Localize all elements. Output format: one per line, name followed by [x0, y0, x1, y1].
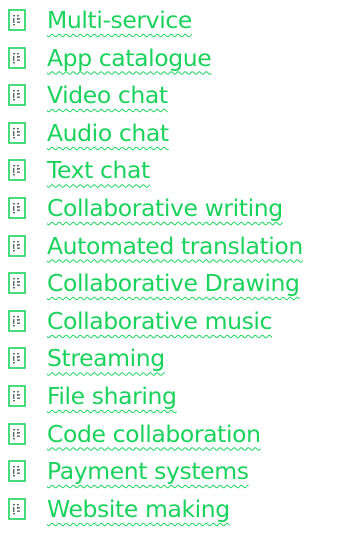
list-item-link[interactable]: Collaborative music [47, 304, 272, 338]
document-icon [8, 234, 26, 257]
list-item-link[interactable]: App catalogue [47, 41, 212, 75]
list-item-link[interactable]: Payment systems [47, 454, 249, 488]
list-item[interactable]: Text chat [0, 153, 339, 187]
document-icon [8, 385, 26, 407]
list-item-link[interactable]: Streaming [47, 341, 165, 375]
document-icon [8, 46, 26, 69]
list-item-link[interactable]: Collaborative Drawing [47, 266, 300, 300]
list-item-link[interactable]: File sharing [47, 379, 177, 413]
list-item-link[interactable]: Code collaboration [47, 417, 261, 451]
document-icon [8, 197, 26, 219]
list-item[interactable]: Code collaboration [0, 417, 339, 451]
list-item[interactable]: Streaming [0, 341, 339, 375]
list-item-link[interactable]: Website making [47, 492, 230, 526]
list-item-link[interactable]: Collaborative writing [47, 191, 283, 225]
document-icon [8, 309, 26, 332]
list-item-link[interactable]: Video chat [47, 78, 168, 112]
list-item-link[interactable]: Audio chat [47, 116, 169, 150]
document-icon [8, 497, 26, 520]
list-item[interactable]: App catalogue [0, 41, 339, 75]
list-item-link[interactable]: Multi-service [47, 3, 192, 37]
document-icon [8, 9, 26, 31]
document-icon [8, 460, 26, 482]
document-icon [8, 84, 26, 106]
list-item[interactable]: File sharing [0, 379, 339, 413]
document-icon [8, 121, 26, 144]
list-item[interactable]: Audio chat [0, 116, 339, 150]
list-item[interactable]: Multi-service [0, 3, 339, 37]
list-item[interactable]: Video chat [0, 78, 339, 112]
document-icon [8, 347, 26, 370]
list-item[interactable]: Payment systems [0, 454, 339, 488]
list-item[interactable]: Automated translation [0, 229, 339, 263]
document-icon [8, 159, 26, 182]
list-item[interactable]: Collaborative music [0, 304, 339, 338]
list-item[interactable]: Collaborative Drawing [0, 266, 339, 300]
list-item[interactable]: Collaborative writing [0, 191, 339, 225]
service-link-list: Multi-service App catalogue Video chat Audi… [0, 0, 339, 538]
list-item[interactable]: Website making [0, 492, 339, 526]
document-icon [8, 272, 26, 294]
list-item-link[interactable]: Text chat [47, 153, 150, 187]
list-item-link[interactable]: Automated translation [47, 229, 303, 263]
document-icon [8, 422, 26, 445]
